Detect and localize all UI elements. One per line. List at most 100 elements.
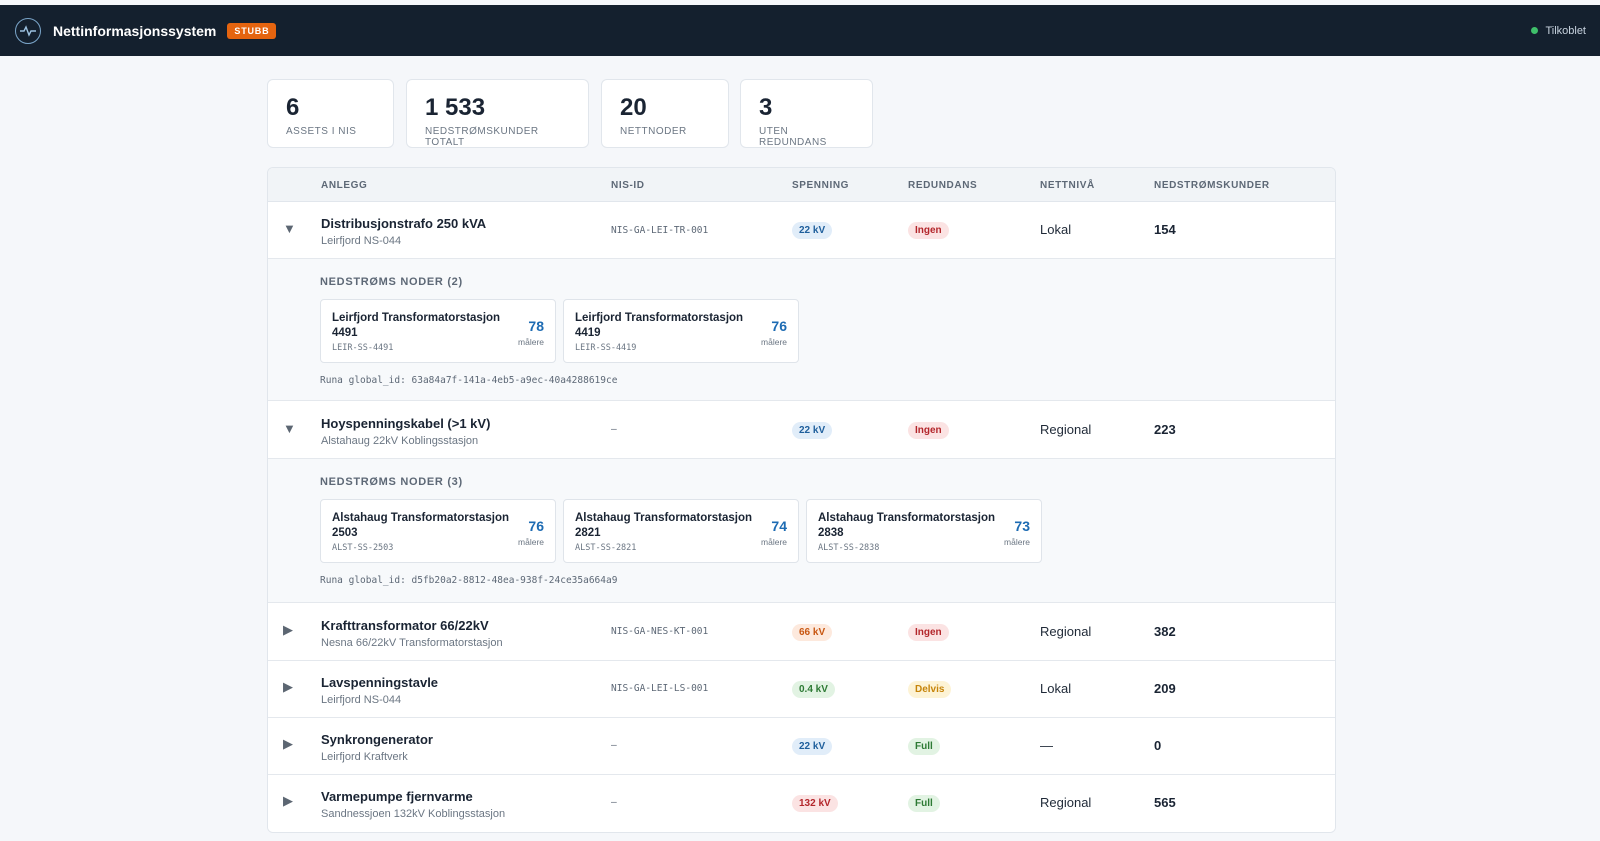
redundancy-badge: Ingen <box>908 624 949 641</box>
downstream-node-card[interactable]: Alstahaug Transformatorstasjon 2821 ALST… <box>563 499 799 563</box>
network-level: — <box>1040 738 1053 753</box>
column-header[interactable]: NIS-ID <box>611 180 645 191</box>
stat-card-nodes: 20 NETTNODER <box>601 79 729 148</box>
stat-card-assets: 6 ASSETS I NIS <box>267 79 394 148</box>
meter-unit: målere <box>518 337 544 347</box>
downstream-customers: 0 <box>1154 738 1162 753</box>
nis-id: NIS-GA-LEI-LS-001 <box>611 683 709 694</box>
voltage-badge: 132 kV <box>792 795 838 812</box>
table-row[interactable]: ▶ Varmepumpe fjernvarme Sandnessjoen 132… <box>268 775 1335 832</box>
table-row[interactable]: ▶ Synkrongenerator Leirfjord Kraftverk –… <box>268 718 1335 775</box>
connection-status: Tilkoblet <box>1531 5 1586 56</box>
downstream-customers: 382 <box>1154 624 1176 639</box>
chevron-right-icon[interactable]: ▶ <box>283 736 293 752</box>
asset-name: Synkrongenerator <box>321 732 433 747</box>
downstream-customers: 565 <box>1154 795 1176 810</box>
node-name: Alstahaug Transformatorstasjon 2503 <box>332 512 510 539</box>
stat-value: 1 533 <box>425 94 486 121</box>
nis-id: NIS-GA-LEI-TR-001 <box>611 225 709 236</box>
redundancy-badge: Ingen <box>908 222 949 239</box>
asset-name: Lavspenningstavle <box>321 675 439 690</box>
asset-name: Krafttransformator 66/22kV <box>321 618 489 633</box>
asset-table: ANLEGG NIS-ID SPENNING REDUNDANS NETTNIV… <box>267 167 1336 833</box>
asset-name: Distribusjonstrafo 250 kVA <box>321 216 487 231</box>
downstream-customers: 154 <box>1154 222 1176 237</box>
meter-unit: målere <box>761 337 787 347</box>
stat-value: 20 <box>620 94 647 121</box>
redundancy-badge: Delvis <box>908 681 952 698</box>
column-header[interactable]: NETTNIVÅ <box>1040 180 1095 191</box>
stat-label: ASSETS I NIS <box>286 126 357 137</box>
stat-card-customers: 1 533 NEDSTRØMSKUNDER TOTALT <box>406 79 589 148</box>
node-id: ALST-SS-2838 <box>818 543 880 553</box>
meter-unit: målere <box>761 537 787 547</box>
voltage-badge: 0.4 kV <box>792 681 835 698</box>
meter-count: 76 <box>528 518 544 534</box>
node-name: Alstahaug Transformatorstasjon 2821 <box>575 512 753 539</box>
chevron-right-icon[interactable]: ▶ <box>283 622 293 638</box>
network-level: Regional <box>1040 795 1092 810</box>
node-name: Leirfjord Transformatorstasjon 4491 <box>332 312 501 339</box>
network-level: Lokal <box>1040 681 1072 696</box>
asset-location: Leirfjord NS-044 <box>321 235 402 247</box>
nis-id: – <box>611 797 617 808</box>
meter-count: 73 <box>1014 518 1030 534</box>
nis-id: – <box>611 424 617 435</box>
column-header[interactable]: NEDSTRØMSKUNDER <box>1154 180 1270 191</box>
node-id: ALST-SS-2821 <box>575 543 637 553</box>
downstream-node-card[interactable]: Leirfjord Transformatorstasjon 4419 LEIR… <box>563 299 799 363</box>
redundancy-badge: Ingen <box>908 422 949 439</box>
downstream-customers: 209 <box>1154 681 1176 696</box>
table-row[interactable]: ▶ Lavspenningstavle Leirfjord NS-044 NIS… <box>268 661 1335 718</box>
voltage-badge: 66 kV <box>792 624 833 641</box>
table-row[interactable]: ▶ Krafttransformator 66/22kV Nesna 66/22… <box>268 604 1335 661</box>
table-row[interactable]: ▼ Distribusjonstrafo 250 kVA Leirfjord N… <box>268 202 1335 259</box>
pulse-icon <box>15 17 41 44</box>
node-name: Alstahaug Transformatorstasjon 2838 <box>818 512 996 539</box>
asset-name: Hoyspenningskabel (>1 kV) <box>321 416 491 431</box>
voltage-badge: 22 kV <box>792 222 833 239</box>
column-header[interactable]: ANLEGG <box>321 180 367 191</box>
asset-location: Sandnessjoen 132kV Koblingsstasjon <box>321 808 506 820</box>
asset-location: Leirfjord Kraftverk <box>321 751 408 763</box>
chevron-right-icon[interactable]: ▶ <box>283 793 293 809</box>
downstream-node-card[interactable]: Alstahaug Transformatorstasjon 2503 ALST… <box>320 499 556 563</box>
downstream-node-card[interactable]: Alstahaug Transformatorstasjon 2838 ALST… <box>806 499 1042 563</box>
column-header[interactable]: REDUNDANS <box>908 180 977 191</box>
asset-location: Nesna 66/22kV Transformatorstasjon <box>321 637 503 649</box>
asset-name: Varmepumpe fjernvarme <box>321 789 473 804</box>
redundancy-badge: Full <box>908 795 940 812</box>
network-level: Regional <box>1040 422 1092 437</box>
chevron-right-icon[interactable]: ▶ <box>283 679 293 695</box>
asset-location: Leirfjord NS-044 <box>321 694 402 706</box>
node-name: Leirfjord Transformatorstasjon 4419 <box>575 312 744 339</box>
meter-unit: målere <box>1004 537 1030 547</box>
node-id: LEIR-SS-4491 <box>332 343 394 353</box>
downstream-node-card[interactable]: Leirfjord Transformatorstasjon 4491 LEIR… <box>320 299 556 363</box>
downstream-customers: 223 <box>1154 422 1176 437</box>
network-level: Regional <box>1040 624 1092 639</box>
node-id: ALST-SS-2503 <box>332 543 394 553</box>
stat-label: NETTNODER <box>620 126 687 137</box>
column-header[interactable]: SPENNING <box>792 180 849 191</box>
redundancy-badge: Full <box>908 738 940 755</box>
meter-count: 74 <box>771 518 787 534</box>
stat-label: UTEN REDUNDANS <box>759 126 827 148</box>
downstream-title: NEDSTRØMS NODER (2) <box>320 276 463 288</box>
top-bar: Nettinformasjonssystem STUBB Tilkoblet <box>0 5 1600 56</box>
stat-card-no-redundancy: 3 UTEN REDUNDANS <box>740 79 873 148</box>
voltage-badge: 22 kV <box>792 738 833 755</box>
app-title: Nettinformasjonssystem <box>53 22 217 39</box>
table-row[interactable]: ▼ Hoyspenningskabel (>1 kV) Alstahaug 22… <box>268 402 1335 459</box>
nis-id: – <box>611 740 617 751</box>
meter-count: 78 <box>528 318 544 334</box>
chevron-down-icon[interactable]: ▼ <box>283 221 296 236</box>
network-level: Lokal <box>1040 222 1072 237</box>
downstream-panel: NEDSTRØMS NODER (2) Leirfjord Transforma… <box>268 259 1335 401</box>
stub-badge: STUBB <box>227 22 277 39</box>
runa-global-id: Runa global_id: d5fb20a2-8812-48ea-938f-… <box>320 575 618 586</box>
chevron-down-icon[interactable]: ▼ <box>283 421 296 436</box>
node-id: LEIR-SS-4419 <box>575 343 637 353</box>
runa-global-id: Runa global_id: 63a84a7f-141a-4eb5-a9ec-… <box>320 375 618 386</box>
asset-location: Alstahaug 22kV Koblingsstasjon <box>321 435 479 447</box>
